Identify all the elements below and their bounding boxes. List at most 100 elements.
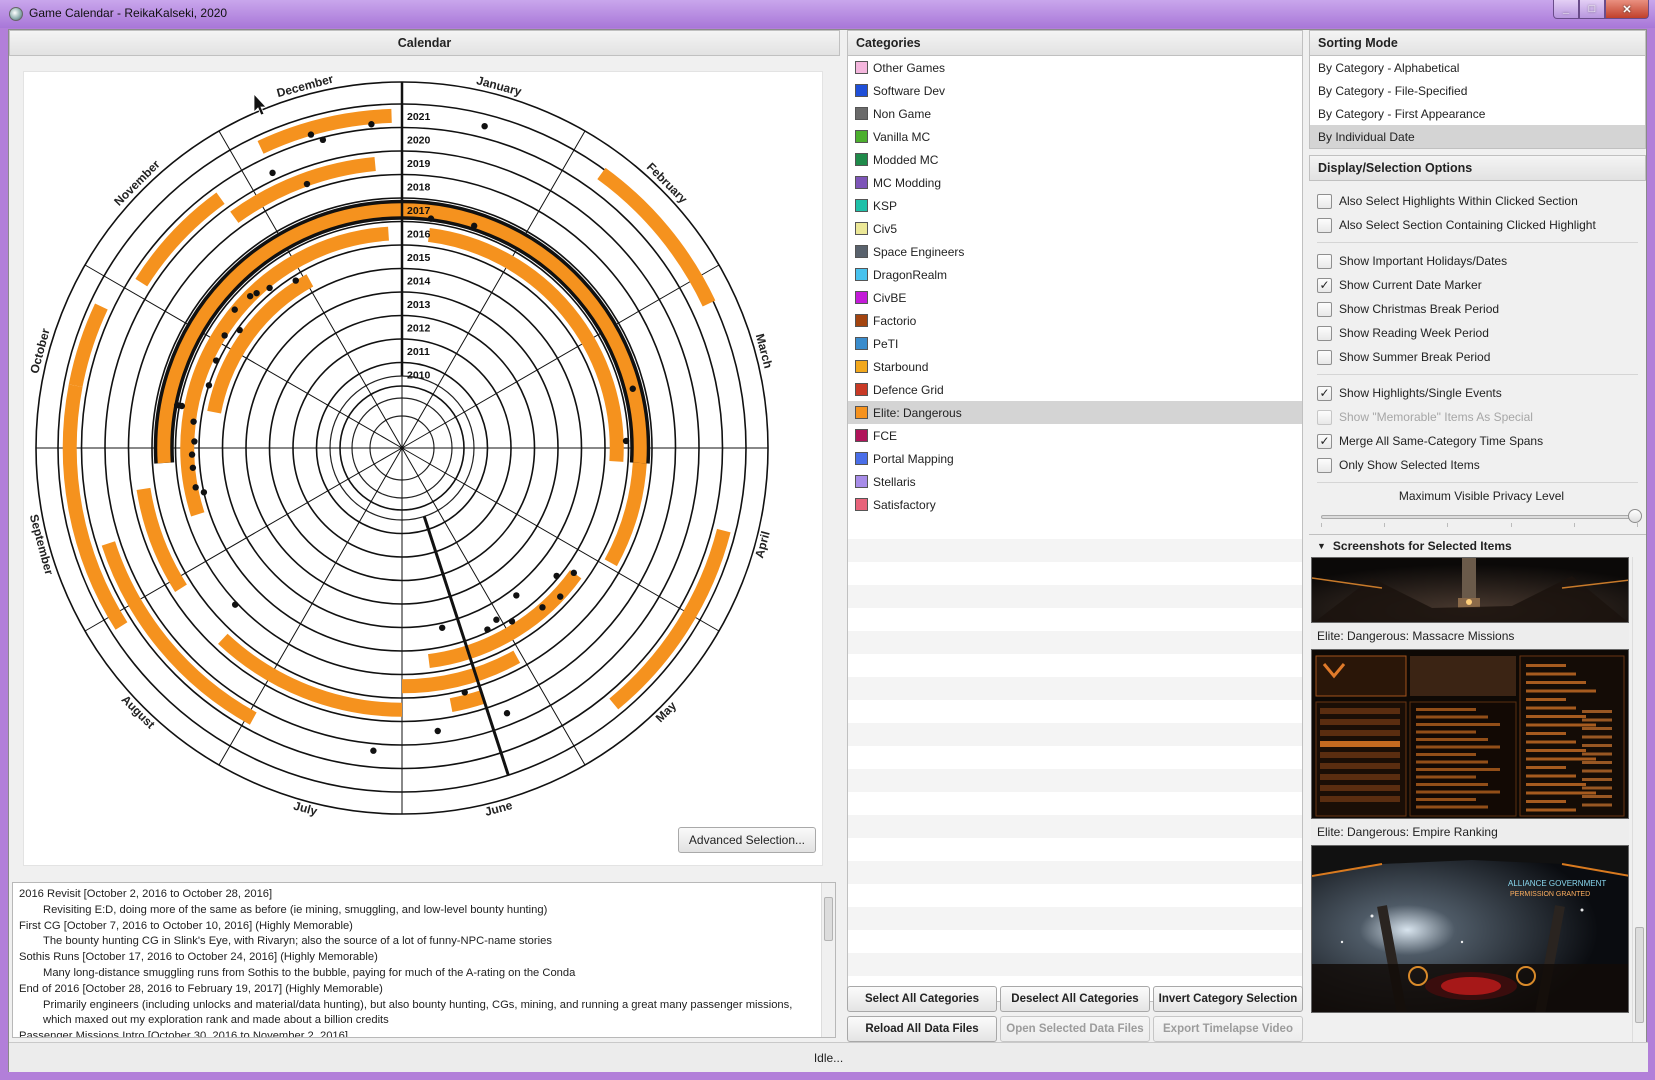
sorting-option[interactable]: By Category - File-Specified xyxy=(1310,79,1645,102)
screenshot-3[interactable]: Elite: Dangerous: Empire Ranking ALLIANC… xyxy=(1311,819,1629,1013)
checkbox-unchecked[interactable] xyxy=(1317,217,1332,233)
scrollbar-thumb[interactable] xyxy=(824,897,833,941)
option-checkbox-row[interactable]: Only Show Selected Items xyxy=(1317,453,1646,477)
empty-row xyxy=(848,608,1302,631)
category-item[interactable]: Other Games xyxy=(848,56,1302,79)
category-item[interactable]: Non Game xyxy=(848,102,1302,125)
close-button[interactable]: ✕ xyxy=(1605,0,1649,19)
highlight-dot xyxy=(484,626,491,633)
categories-list[interactable]: Other Games Software Dev Non Game Vanilla M… xyxy=(847,56,1303,1002)
month-label: June xyxy=(483,798,514,819)
invert-category-selection-button[interactable]: Invert Category Selection xyxy=(1153,986,1303,1012)
category-span xyxy=(257,108,392,154)
year-label: 2018 xyxy=(407,181,431,193)
category-label: Satisfactory xyxy=(873,497,936,512)
checkbox-checked[interactable]: ✓ xyxy=(1317,385,1332,401)
checkbox-unchecked[interactable] xyxy=(1317,349,1332,365)
category-item[interactable]: Software Dev xyxy=(848,79,1302,102)
category-label: DragonRealm xyxy=(873,267,948,282)
highlight-dot xyxy=(470,222,478,230)
checkbox-unchecked[interactable] xyxy=(1317,409,1332,425)
category-item[interactable]: Portal Mapping xyxy=(848,447,1302,470)
screenshot-image[interactable]: ALLIANCE GOVERNMENT PERMISSION GRANTED xyxy=(1311,845,1629,1013)
category-item[interactable]: CivBE xyxy=(848,286,1302,309)
category-item[interactable]: MC Modding xyxy=(848,171,1302,194)
empty-row xyxy=(848,838,1302,861)
category-color-swatch xyxy=(855,406,868,419)
sorting-option[interactable]: By Individual Date xyxy=(1310,125,1645,148)
category-item[interactable]: Civ5 xyxy=(848,217,1302,240)
option-checkbox-row[interactable]: Show Reading Week Period xyxy=(1317,321,1646,345)
option-checkbox-row[interactable]: ✓ Show Highlights/Single Events xyxy=(1317,381,1646,405)
option-checkbox-row[interactable]: ✓ Merge All Same-Category Time Spans xyxy=(1317,429,1646,453)
privacy-level-slider[interactable] xyxy=(1321,507,1642,529)
checkbox-checked[interactable]: ✓ xyxy=(1317,433,1332,449)
checkbox-unchecked[interactable] xyxy=(1317,193,1332,209)
calendar-wheel[interactable]: 2021 2020 2019 2018 2017 2016 2015 2014 2013 2012… xyxy=(24,72,824,867)
sorting-mode-list[interactable]: By Category - Alphabetical By Category - … xyxy=(1309,56,1646,149)
advanced-selection-button[interactable]: Advanced Selection... xyxy=(677,827,816,853)
open-selected-data-files-button[interactable]: Open Selected Data Files xyxy=(1000,1016,1150,1042)
screenshots-panel: ▼ Screenshots for Selected Items Elite: … xyxy=(1309,534,1646,1043)
select-all-categories-button[interactable]: Select All Categories xyxy=(847,986,997,1012)
description-scrollbar[interactable] xyxy=(821,883,835,1037)
reload-data-files-button[interactable]: Reload All Data Files xyxy=(847,1016,997,1042)
sorting-option[interactable]: By Category - Alphabetical xyxy=(1310,56,1645,79)
options-panel: Sorting Mode By Category - Alphabetical B… xyxy=(1309,30,1646,1043)
sorting-mode-header: Sorting Mode xyxy=(1309,30,1646,56)
highlight-dot xyxy=(513,592,520,599)
checkbox-unchecked[interactable] xyxy=(1317,325,1332,341)
category-item[interactable]: Starbound xyxy=(848,355,1302,378)
empty-row xyxy=(848,769,1302,792)
minimize-button[interactable]: _ xyxy=(1553,0,1579,19)
display-options: Display/Selection Options Also Select Hi… xyxy=(1309,155,1646,529)
category-item[interactable]: Factorio xyxy=(848,309,1302,332)
category-item[interactable]: KSP xyxy=(848,194,1302,217)
screenshot-2[interactable]: Elite: Dangerous: Massacre Missions xyxy=(1311,623,1629,819)
screenshot-image[interactable] xyxy=(1311,557,1629,623)
option-checkbox-row[interactable]: ✓ Show Current Date Marker xyxy=(1317,273,1646,297)
category-color-swatch xyxy=(855,245,868,258)
category-item[interactable]: Vanilla MC xyxy=(848,125,1302,148)
export-timelapse-video-button[interactable]: Export Timelapse Video xyxy=(1153,1016,1303,1042)
screenshot-1[interactable] xyxy=(1311,557,1629,623)
calendar-chart[interactable]: 2021 2020 2019 2018 2017 2016 2015 2014 2013 2012… xyxy=(23,71,823,866)
checkbox-checked[interactable]: ✓ xyxy=(1317,277,1332,293)
checkbox-unchecked[interactable] xyxy=(1317,301,1332,317)
category-item[interactable]: PeTI xyxy=(848,332,1302,355)
category-label: Defence Grid xyxy=(873,382,944,397)
category-item[interactable]: FCE xyxy=(848,424,1302,447)
screenshots-header[interactable]: ▼ Screenshots for Selected Items xyxy=(1309,535,1646,557)
screenshots-scrollbar[interactable] xyxy=(1632,557,1646,1043)
deselect-all-categories-button[interactable]: Deselect All Categories xyxy=(1000,986,1150,1012)
category-item[interactable]: Elite: Dangerous xyxy=(848,401,1302,424)
category-label: Civ5 xyxy=(873,221,898,236)
screenshot-caption: Elite: Dangerous: Massacre Missions xyxy=(1311,623,1629,649)
option-checkbox-row[interactable]: Show Summer Break Period xyxy=(1317,345,1646,369)
slider-track[interactable] xyxy=(1321,515,1638,519)
option-checkbox-row[interactable]: Show Christmas Break Period xyxy=(1317,297,1646,321)
calendar-panel: Calendar 2021 2020 2019 2018 2017 2016 2015 201… xyxy=(9,30,840,1042)
option-checkbox-row[interactable]: Also Select Section Containing Clicked H… xyxy=(1317,213,1646,237)
empty-row xyxy=(848,700,1302,723)
category-span xyxy=(597,167,716,307)
collapse-triangle-icon[interactable]: ▼ xyxy=(1317,541,1326,551)
checkbox-unchecked[interactable] xyxy=(1317,457,1332,473)
category-label: Vanilla MC xyxy=(873,129,931,144)
checkbox-unchecked[interactable] xyxy=(1317,253,1332,269)
category-item[interactable]: Space Engineers xyxy=(848,240,1302,263)
scrollbar-thumb[interactable] xyxy=(1635,927,1644,1023)
sorting-option[interactable]: By Category - First Appearance xyxy=(1310,102,1645,125)
category-item[interactable]: Satisfactory xyxy=(848,493,1302,516)
category-item[interactable]: Modded MC xyxy=(848,148,1302,171)
screenshot-image[interactable] xyxy=(1311,649,1629,819)
option-checkbox-row[interactable]: Show "Memorable" Items As Special xyxy=(1317,405,1646,429)
option-checkbox-row[interactable]: Also Select Highlights Within Clicked Se… xyxy=(1317,189,1646,213)
slider-knob[interactable] xyxy=(1628,509,1642,523)
category-item[interactable]: Defence Grid xyxy=(848,378,1302,401)
option-checkbox-row[interactable]: Show Important Holidays/Dates xyxy=(1317,249,1646,273)
maximize-button[interactable]: □ xyxy=(1579,0,1605,19)
category-item[interactable]: Stellaris xyxy=(848,470,1302,493)
category-item[interactable]: DragonRealm xyxy=(848,263,1302,286)
highlight-dot xyxy=(188,451,196,458)
